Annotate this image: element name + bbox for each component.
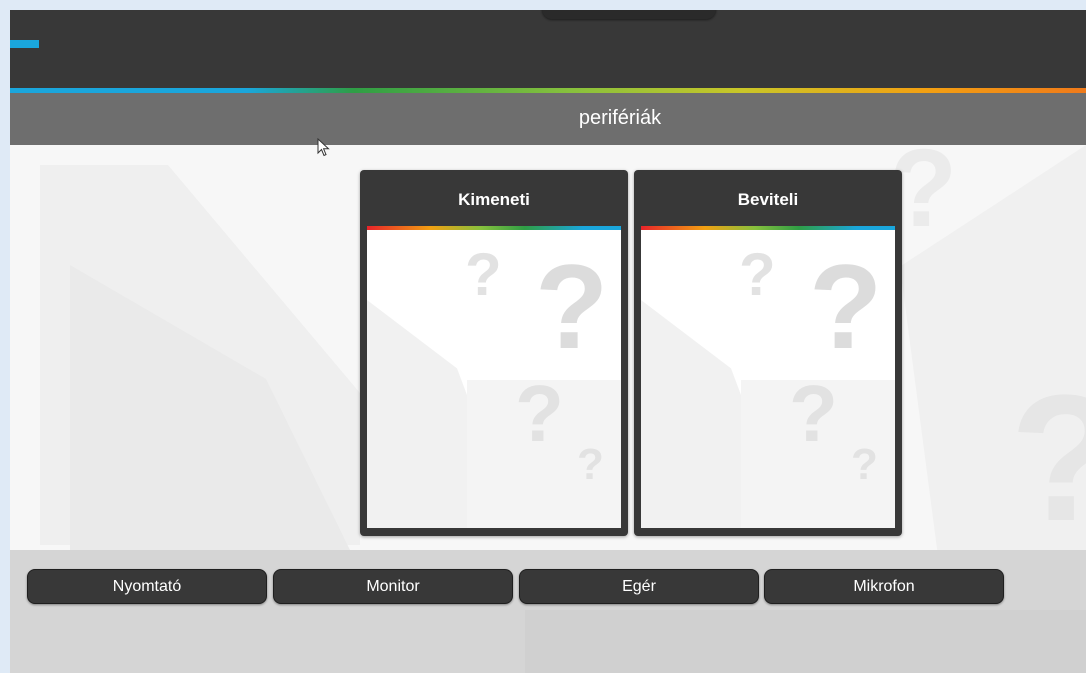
page-title: perifériák bbox=[578, 107, 662, 129]
drop-zone-body[interactable]: ? ? ? ? bbox=[641, 230, 895, 528]
drop-zone-title: Beviteli bbox=[737, 190, 799, 209]
mouse-cursor-icon bbox=[317, 138, 330, 157]
question-mark-icon: ? bbox=[851, 440, 878, 489]
drop-zone-beviteli[interactable]: Beviteli ? ? ? ? bbox=[634, 170, 902, 536]
top-tab-handle[interactable] bbox=[542, 10, 716, 19]
question-mark-icon: ? bbox=[465, 241, 502, 308]
drop-zone-kimeneti[interactable]: Kimeneti ? ? ? ? bbox=[360, 170, 628, 536]
draggable-item-eger[interactable]: Egér bbox=[519, 569, 759, 604]
drop-zone-body[interactable]: ? ? ? ? bbox=[367, 230, 621, 528]
question-mark-icon: ? bbox=[577, 440, 604, 489]
app-frame: perifériák ? ? Kimeneti ? ? ? ? Beviteli… bbox=[10, 10, 1086, 673]
question-mark-icon: ? bbox=[789, 369, 838, 458]
question-mark-icon: ? bbox=[1010, 355, 1086, 550]
top-bar bbox=[10, 10, 1086, 88]
draggable-item-monitor[interactable]: Monitor bbox=[273, 569, 513, 604]
question-mark-icon: ? bbox=[535, 240, 609, 374]
drop-zone-title: Kimeneti bbox=[458, 190, 530, 209]
question-mark-icon: ? bbox=[809, 240, 883, 374]
question-mark-icon: ? bbox=[739, 241, 776, 308]
background-shape bbox=[525, 610, 1086, 673]
menu-accent-icon[interactable] bbox=[10, 40, 39, 48]
draggable-item-mikrofon[interactable]: Mikrofon bbox=[764, 569, 1004, 604]
question-mark-icon: ? bbox=[515, 369, 564, 458]
item-tray: Nyomtató Monitor Egér Mikrofon bbox=[10, 550, 1086, 673]
draggable-item-nyomtato[interactable]: Nyomtató bbox=[27, 569, 267, 604]
title-bar: perifériák bbox=[10, 93, 1086, 145]
